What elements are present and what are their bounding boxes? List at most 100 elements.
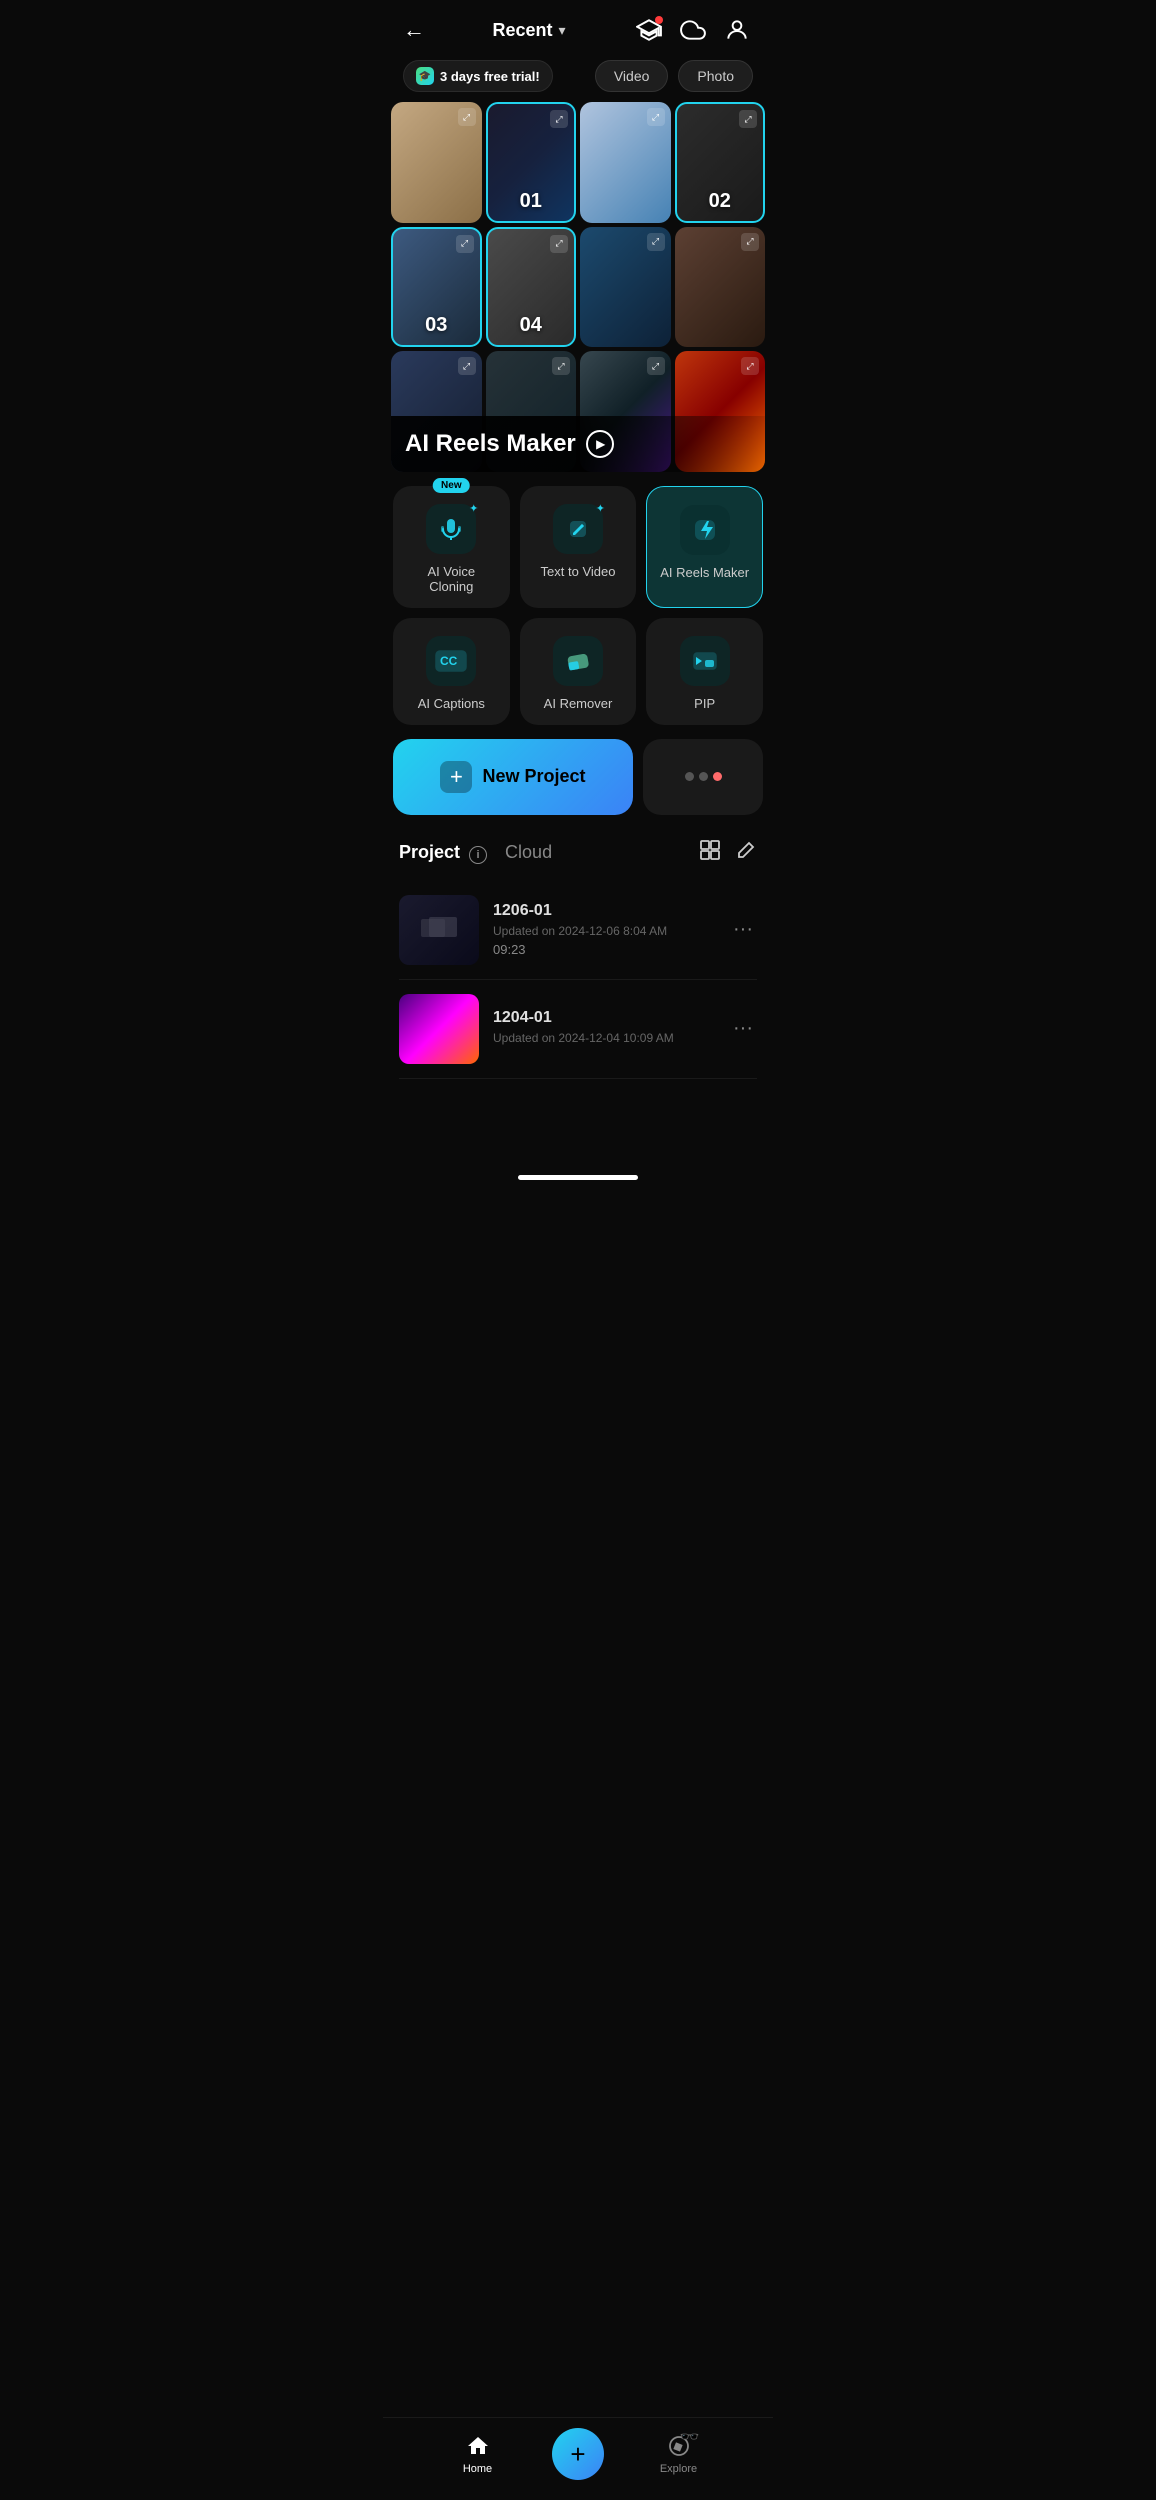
- thumbnail-grid-row1: ⤢ ⤢ 01 ⤢ ⤢ 02: [383, 102, 773, 223]
- project-more-1[interactable]: ···: [729, 914, 757, 945]
- svg-text:CC: CC: [440, 654, 458, 668]
- explore-icon-wrap: 🕶️: [666, 2433, 692, 2459]
- tab-video[interactable]: Video: [595, 60, 669, 92]
- back-button[interactable]: ←: [403, 17, 425, 43]
- project-item-1[interactable]: 1206-01 Updated on 2024-12-06 8:04 AM 09…: [399, 881, 757, 980]
- tool-label-pip: PIP: [694, 696, 715, 711]
- expand-icon-1: ⤢: [458, 108, 476, 126]
- voice-icon: [437, 515, 465, 543]
- new-project-label: New Project: [482, 766, 585, 787]
- expand-icon-4: ⤢: [739, 110, 757, 128]
- expand-icon-5: ⤢: [456, 235, 474, 253]
- new-project-plus-icon: +: [440, 761, 472, 793]
- tab-project[interactable]: Project i: [399, 842, 487, 864]
- eraser-icon-wrap: [553, 636, 603, 686]
- header: ← Recent ▾: [383, 0, 773, 54]
- dropdown-icon: ▾: [559, 22, 566, 39]
- thumb-6[interactable]: ⤢ 04: [486, 227, 577, 348]
- more-dots: [685, 772, 722, 781]
- project-info-2: 1204-01 Updated on 2024-12-04 10:09 AM: [493, 1009, 715, 1049]
- tool-ai-remover[interactable]: AI Remover: [520, 618, 637, 725]
- project-date-1: Updated on 2024-12-06 8:04 AM: [493, 924, 715, 938]
- project-actions: [699, 839, 757, 867]
- cc-icon-wrap: CC: [426, 636, 476, 686]
- tool-ai-reels[interactable]: AI Reels Maker: [646, 486, 763, 608]
- tool-label-ttv: Text to Video: [541, 564, 616, 579]
- nav-explore[interactable]: 🕶️ Explore: [604, 2433, 753, 2475]
- tools-section: New ✦ AI Voice Cloning: [383, 472, 773, 735]
- trial-label: 3 days free trial!: [440, 69, 540, 84]
- header-actions: [633, 14, 753, 46]
- reels-icon-wrap: [680, 505, 730, 555]
- thumb-4[interactable]: ⤢ 02: [675, 102, 766, 223]
- user-icon[interactable]: [721, 14, 753, 46]
- pip-icon-wrap: [680, 636, 730, 686]
- love-badge: 🕶️: [680, 2427, 700, 2447]
- nav-home[interactable]: Home: [403, 2433, 552, 2475]
- project-info-1: 1206-01 Updated on 2024-12-06 8:04 AM 09…: [493, 902, 715, 957]
- tool-label-captions: AI Captions: [418, 696, 485, 711]
- tab-cloud[interactable]: Cloud: [505, 842, 552, 863]
- pencil-sparkle-icon: ✦: [596, 502, 605, 515]
- thumb-8[interactable]: ⤢: [675, 227, 766, 348]
- expand-icon-6: ⤢: [550, 235, 568, 253]
- reels-title: AI Reels Maker: [405, 430, 576, 458]
- dot-3: [713, 772, 722, 781]
- notification-badge: [655, 16, 663, 24]
- title-area[interactable]: Recent ▾: [492, 20, 565, 41]
- nav-explore-label: Explore: [660, 2463, 697, 2475]
- pip-icon: [691, 647, 719, 675]
- graduation-icon[interactable]: [633, 14, 665, 46]
- expand-icon-2: ⤢: [550, 110, 568, 128]
- nav-add-button[interactable]: +: [552, 2428, 604, 2480]
- expand-icon-9: ⤢: [458, 357, 476, 375]
- reels-play-icon: ▶: [586, 430, 614, 458]
- thumb-2[interactable]: ⤢ 01: [486, 102, 577, 223]
- info-icon: i: [469, 846, 487, 864]
- dot-2: [699, 772, 708, 781]
- reels-section: ⤢ ⤢ ⤢ ⤢ AI Reels Maker ▶: [383, 351, 773, 472]
- thumb-7[interactable]: ⤢: [580, 227, 671, 348]
- project-date-2: Updated on 2024-12-04 10:09 AM: [493, 1031, 715, 1045]
- expand-icon-12: ⤢: [741, 357, 759, 375]
- project-name-1: 1206-01: [493, 902, 715, 920]
- nav-home-label: Home: [463, 2463, 492, 2475]
- sparkle-icon: ✦: [469, 502, 478, 515]
- expand-icon-3: ⤢: [647, 108, 665, 126]
- thumb-number-2: 01: [520, 190, 542, 213]
- project-more-2[interactable]: ···: [729, 1013, 757, 1044]
- tool-label-reels: AI Reels Maker: [660, 565, 749, 580]
- thumb-5[interactable]: ⤢ 03: [391, 227, 482, 348]
- cloud-icon[interactable]: [677, 14, 709, 46]
- new-badge-voice: New: [433, 478, 470, 493]
- project-name-2: 1204-01: [493, 1009, 715, 1027]
- edit-icon[interactable]: [735, 839, 757, 867]
- thumb-3[interactable]: ⤢: [580, 102, 671, 223]
- thumb-1[interactable]: ⤢: [391, 102, 482, 223]
- grid-view-icon[interactable]: [699, 839, 721, 867]
- tools-grid: New ✦ AI Voice Cloning: [393, 486, 763, 725]
- bottom-nav: Home + 🕶️ Explore: [383, 2417, 773, 2500]
- project-thumb-icon-1: [419, 915, 459, 945]
- trial-badge[interactable]: 🎓 3 days free trial!: [403, 60, 553, 92]
- page-title: Recent: [492, 20, 552, 41]
- tool-ai-voice[interactable]: New ✦ AI Voice Cloning: [393, 486, 510, 608]
- tool-ai-captions[interactable]: CC AI Captions: [393, 618, 510, 725]
- project-section: Project i Cloud: [383, 825, 773, 1079]
- ttv-icon-wrap: ✦: [553, 504, 603, 554]
- tab-photo[interactable]: Photo: [678, 60, 753, 92]
- tool-label-remover: AI Remover: [544, 696, 613, 711]
- reels-banner[interactable]: AI Reels Maker ▶: [405, 430, 751, 458]
- eraser-icon: [564, 647, 592, 675]
- thumb-number-5: 03: [425, 314, 447, 337]
- lightning-icon: [691, 516, 719, 544]
- project-item-2[interactable]: 1204-01 Updated on 2024-12-04 10:09 AM ·…: [399, 980, 757, 1079]
- new-project-button[interactable]: + New Project: [393, 739, 633, 815]
- home-icon: [465, 2433, 491, 2459]
- tab-bar: 🎓 3 days free trial! Video Photo: [383, 54, 773, 102]
- more-button[interactable]: [643, 739, 763, 815]
- tool-pip[interactable]: PIP: [646, 618, 763, 725]
- dot-1: [685, 772, 694, 781]
- tool-text-to-video[interactable]: ✦ Text to Video: [520, 486, 637, 608]
- cc-icon: CC: [435, 650, 467, 672]
